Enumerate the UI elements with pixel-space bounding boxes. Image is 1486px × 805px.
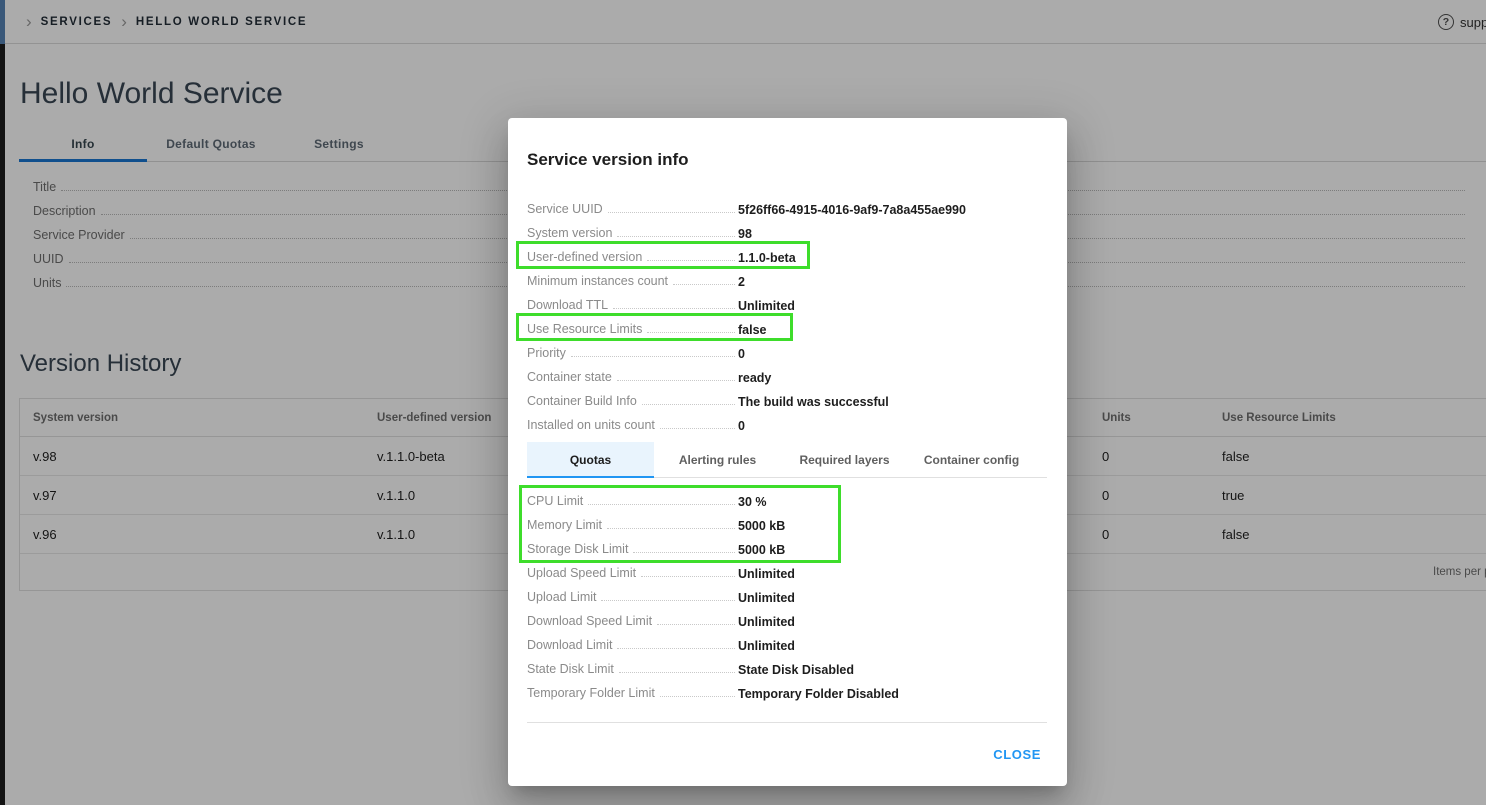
row-value: Unlimited — [738, 567, 795, 581]
row-value: The build was successful — [738, 395, 889, 409]
row-upload-limit: Upload Limit Unlimited — [527, 584, 1047, 608]
row-value: false — [738, 323, 767, 337]
row-value: 0 — [738, 419, 745, 433]
row-priority: Priority 0 — [527, 340, 1047, 364]
tab-container-config[interactable]: Container config — [908, 442, 1035, 477]
row-state-disk-limit: State Disk Limit State Disk Disabled — [527, 656, 1047, 680]
row-user-defined-version: User-defined version 1.1.0-beta — [527, 244, 1047, 268]
row-value: 5000 kB — [738, 519, 786, 533]
row-cpu-limit: CPU Limit 30 % — [527, 488, 1047, 512]
row-storage-disk-limit: Storage Disk Limit 5000 kB — [527, 536, 1047, 560]
row-value: ready — [738, 371, 772, 385]
row-temporary-folder-limit: Temporary Folder Limit Temporary Folder … — [527, 680, 1047, 704]
row-download-speed-limit: Download Speed Limit Unlimited — [527, 608, 1047, 632]
dialog-tabs: Quotas Alerting rules Required layers Co… — [527, 442, 1047, 478]
row-label: Storage Disk Limit — [527, 542, 629, 556]
close-button[interactable]: CLOSE — [987, 739, 1047, 770]
row-label: User-defined version — [527, 250, 643, 264]
row-label: Download Limit — [527, 638, 613, 652]
row-label: Download Speed Limit — [527, 614, 653, 628]
row-label: Memory Limit — [527, 518, 603, 532]
row-value: 5f26ff66-4915-4016-9af9-7a8a455ae990 — [738, 203, 966, 217]
row-value: 2 — [738, 275, 745, 289]
quota-fields: CPU Limit 30 % Memory Limit 5000 kB Stor… — [527, 488, 1047, 704]
row-container-state: Container state ready — [527, 364, 1047, 388]
version-fields: Service UUID 5f26ff66-4915-4016-9af9-7a8… — [527, 196, 1047, 436]
service-version-info-dialog: Service version info Service UUID 5f26ff… — [508, 118, 1067, 786]
row-label: Priority — [527, 346, 566, 360]
row-system-version: System version 98 — [527, 220, 1047, 244]
tab-alerting-rules[interactable]: Alerting rules — [654, 442, 781, 477]
row-label: Use Resource Limits — [527, 322, 643, 336]
row-value: Temporary Folder Disabled — [738, 687, 899, 701]
row-label: System version — [527, 226, 613, 240]
row-label: Temporary Folder Limit — [527, 686, 655, 700]
dialog-footer: CLOSE — [527, 723, 1047, 785]
row-minimum-instances-count: Minimum instances count 2 — [527, 268, 1047, 292]
tab-required-layers[interactable]: Required layers — [781, 442, 908, 477]
row-label: Upload Limit — [527, 590, 597, 604]
row-label: Container Build Info — [527, 394, 637, 408]
row-container-build-info: Container Build Info The build was succe… — [527, 388, 1047, 412]
row-value: Unlimited — [738, 639, 795, 653]
row-service-uuid: Service UUID 5f26ff66-4915-4016-9af9-7a8… — [527, 196, 1047, 220]
row-value: Unlimited — [738, 615, 795, 629]
tab-quotas[interactable]: Quotas — [527, 442, 654, 478]
row-value: Unlimited — [738, 591, 795, 605]
row-label: Upload Speed Limit — [527, 566, 637, 580]
row-value: 0 — [738, 347, 745, 361]
dialog-title: Service version info — [527, 150, 689, 169]
row-memory-limit: Memory Limit 5000 kB — [527, 512, 1047, 536]
row-value: 1.1.0-beta — [738, 251, 796, 265]
row-label: Container state — [527, 370, 612, 384]
row-download-ttl: Download TTL Unlimited — [527, 292, 1047, 316]
row-value: 5000 kB — [738, 543, 786, 557]
row-use-resource-limits: Use Resource Limits false — [527, 316, 1047, 340]
row-value: 30 % — [738, 495, 767, 509]
row-upload-speed-limit: Upload Speed Limit Unlimited — [527, 560, 1047, 584]
row-label: State Disk Limit — [527, 662, 614, 676]
row-label: CPU Limit — [527, 494, 584, 508]
row-label: Service UUID — [527, 202, 603, 216]
row-installed-on-units-count: Installed on units count 0 — [527, 412, 1047, 436]
row-value: State Disk Disabled — [738, 663, 855, 677]
row-value: 98 — [738, 227, 752, 241]
row-label: Minimum instances count — [527, 274, 669, 288]
row-label: Download TTL — [527, 298, 609, 312]
row-value: Unlimited — [738, 299, 795, 313]
row-label: Installed on units count — [527, 418, 655, 432]
row-download-limit: Download Limit Unlimited — [527, 632, 1047, 656]
